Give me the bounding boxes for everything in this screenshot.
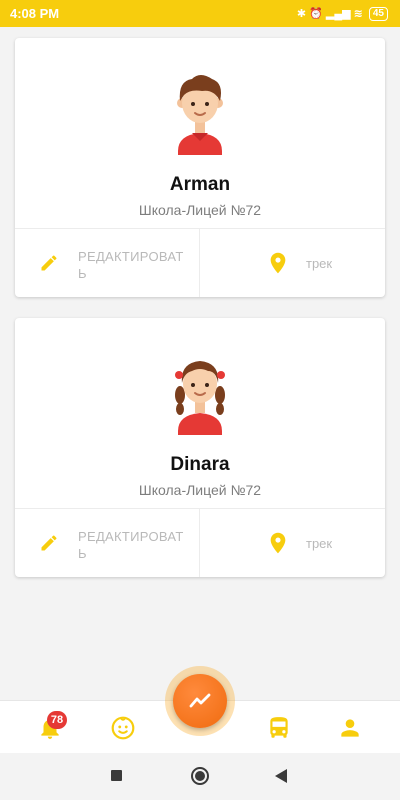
child-name: Dinara — [170, 454, 230, 475]
card-actions: РЕДАКТИРОВАТЬ трек — [15, 508, 385, 577]
status-time: 4:08 PM — [10, 6, 60, 21]
child-school: Школа-Лицей №72 — [138, 482, 262, 498]
system-navigation-bar — [0, 753, 400, 800]
home-icon[interactable] — [191, 767, 209, 785]
trend-icon — [189, 693, 211, 708]
edit-button[interactable]: РЕДАКТИРОВАТЬ — [15, 229, 200, 297]
child-card[interactable]: Dinara Школа-Лицей №72 РЕДАКТИРОВАТЬ тре… — [15, 318, 385, 577]
girl-avatar-icon — [175, 361, 225, 435]
location-pin-icon — [270, 532, 286, 554]
trend-button[interactable] — [173, 674, 227, 728]
status-indicator-icons: ✱ ⏰ ▂▄▆ ≋ — [296, 8, 363, 20]
pencil-icon — [41, 255, 57, 271]
pencil-icon — [41, 535, 57, 551]
edit-label: РЕДАКТИРОВАТЬ — [78, 529, 184, 561]
child-name: Arman — [169, 174, 231, 195]
battery-icon: 45 — [368, 6, 388, 21]
track-button[interactable]: трек — [200, 229, 385, 297]
edit-button[interactable]: РЕДАКТИРОВАТЬ — [15, 509, 200, 577]
notification-badge: 78 — [47, 711, 67, 729]
bus-icon[interactable] — [266, 715, 292, 741]
boy-avatar-icon — [177, 75, 223, 155]
status-indicators: ✱ ⏰ ▂▄▆ ≋ 45 — [296, 6, 388, 21]
recent-apps-icon[interactable] — [111, 770, 122, 781]
track-label: трек — [306, 256, 333, 271]
child-card[interactable]: Arman Школа-Лицей №72 РЕДАКТИРОВАТЬ трек — [15, 38, 385, 297]
track-label: трек — [306, 536, 333, 551]
baby-face-icon[interactable] — [110, 715, 136, 741]
card-actions: РЕДАКТИРОВАТЬ трек — [15, 228, 385, 297]
child-school: Школа-Лицей №72 — [138, 202, 262, 218]
back-icon[interactable] — [275, 769, 287, 783]
status-bar: 4:08 PM ✱ ⏰ ▂▄▆ ≋ 45 — [0, 0, 400, 27]
track-button[interactable]: трек — [200, 509, 385, 577]
edit-label: РЕДАКТИРОВАТЬ — [78, 249, 184, 281]
user-icon[interactable] — [337, 715, 363, 741]
location-pin-icon — [270, 252, 286, 274]
